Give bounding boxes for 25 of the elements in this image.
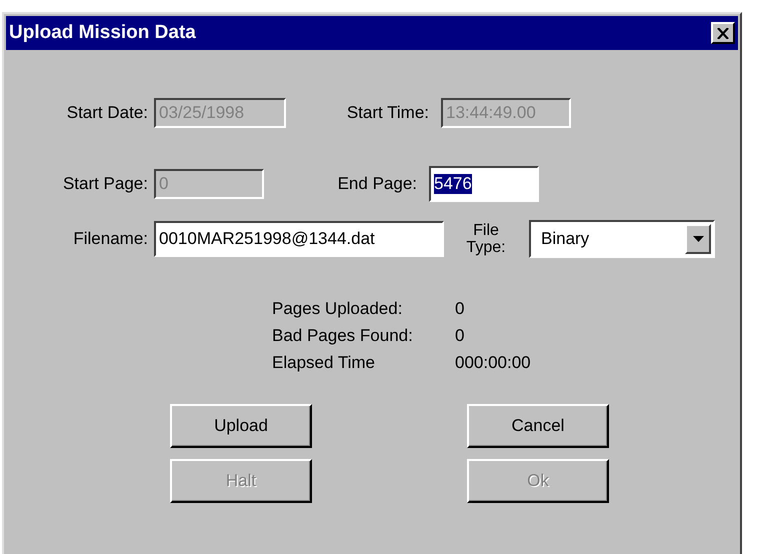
field-value: 13:44:49.00 [446, 103, 536, 123]
field-label: Start Date: [66, 103, 148, 123]
filename-field[interactable]: 0010MAR251998@1344.dat [154, 221, 444, 257]
dialog-button[interactable]: Upload [170, 404, 312, 448]
close-button[interactable] [711, 22, 735, 44]
close-icon [717, 28, 729, 38]
field-value: 0010MAR251998@1344.dat [159, 229, 375, 249]
stat-value: 0 [455, 325, 466, 347]
field-label: End Page: [336, 174, 417, 194]
field-label: Start Time: [346, 103, 429, 123]
field-value: 0 [159, 174, 168, 194]
text-field[interactable]: 5476 [429, 166, 539, 202]
stat-label: Bad Pages Found: [272, 325, 414, 347]
stat-label: Pages Uploaded: [272, 298, 404, 320]
dialog-button[interactable]: Cancel [467, 404, 609, 448]
stat-value: 0 [455, 298, 466, 320]
field-value: 03/25/1998 [159, 103, 244, 123]
field-label: File Type: [465, 222, 507, 256]
window-title: Upload Mission Data [9, 22, 196, 44]
field-label: Start Page: [62, 174, 148, 194]
field-label: Filename: [72, 229, 148, 249]
stat-value: 000:00:00 [455, 352, 532, 374]
field-value: 5476 [434, 174, 472, 194]
file-type-dropdown[interactable]: Binary [529, 220, 715, 258]
stat-label: Elapsed Time [272, 352, 376, 374]
